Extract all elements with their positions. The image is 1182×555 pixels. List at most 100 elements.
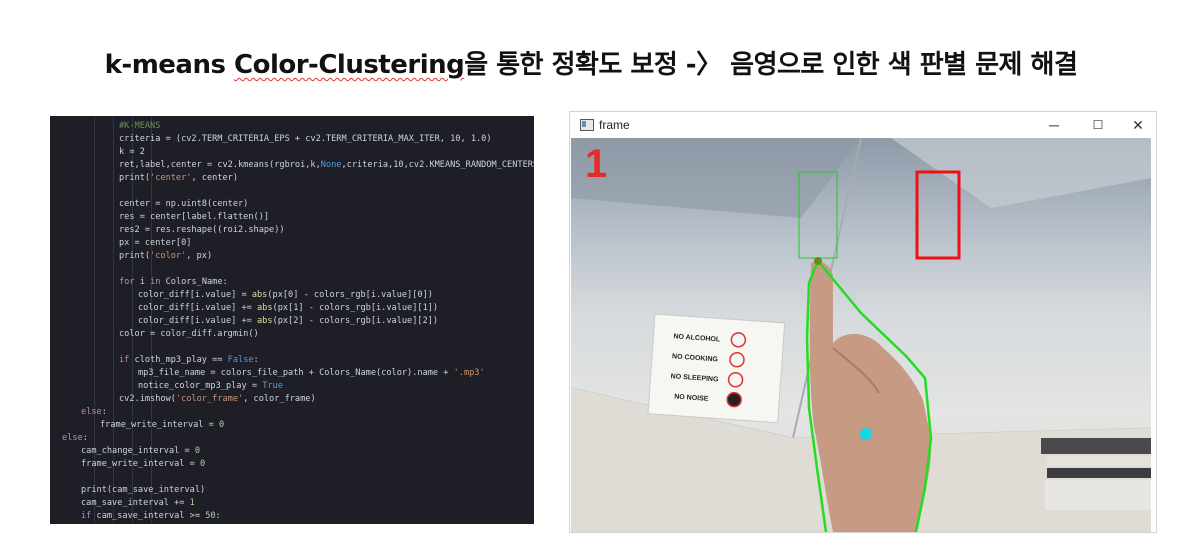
frame-window[interactable]: frame ─ ☐ ✕ NO ALCOHOL NO COOKING NO SLE… — [569, 111, 1157, 533]
code-token: , color_frame) — [243, 394, 316, 404]
code-line: #K-MEANS — [50, 120, 534, 133]
minimize-button[interactable]: ─ — [1032, 112, 1076, 138]
app-window-icon — [580, 119, 594, 131]
code-token: in — [150, 277, 161, 287]
code-line: notice_color_mp3_play = True — [50, 380, 534, 393]
code-token: ,criteria,10,cv2.KMEANS_RANDOM_CENTERS) — [341, 160, 534, 170]
code-token: if — [119, 355, 130, 365]
code-token: if — [81, 511, 92, 521]
code-token: 0 — [219, 420, 225, 430]
camera-frame: NO ALCOHOL NO COOKING NO SLEEPING NO NOI… — [571, 138, 1151, 532]
code-token: cv2.imshow( — [119, 394, 176, 404]
code-token: (px[1] - colors_rgb[i.value][1]) — [272, 303, 439, 313]
window-titlebar[interactable]: frame ─ ☐ ✕ — [570, 112, 1156, 138]
code-token: px = center[0] — [119, 238, 192, 248]
code-token: abs — [257, 316, 273, 326]
code-token: None — [320, 160, 342, 170]
code-token: res2 = res.reshape((roi2.shape)) — [119, 225, 285, 235]
camera-scene: NO ALCOHOL NO COOKING NO SLEEPING NO NOI… — [571, 138, 1151, 532]
code-token: Colors_Name: — [160, 277, 228, 287]
code-token: else — [62, 433, 83, 443]
code-lines: #K-MEANS criteria = (cv2.TERM_CRITERIA_EP… — [50, 120, 534, 523]
code-line: color = color_diff.argmin() — [50, 328, 534, 341]
code-token: frame_write_interval = — [81, 459, 200, 469]
code-line: mp3_file_name = colors_file_path + Color… — [50, 367, 534, 380]
code-line: print('center', center) — [50, 172, 534, 185]
code-token: 'center' — [150, 173, 192, 183]
code-token: cloth_mp3_play == — [129, 355, 228, 365]
code-line: frame_write_interval = 0 — [50, 458, 534, 471]
book-stack — [1041, 438, 1151, 454]
code-token: , center) — [191, 173, 239, 183]
code-line: color_diff[i.value] += abs(px[1] - color… — [50, 302, 534, 315]
code-token: color_diff[i.value] = — [138, 290, 252, 300]
code-token: 'color' — [150, 251, 187, 261]
title-suffix: 을 통한 정확도 보정 -〉 음영으로 인한 색 판별 문제 해결 — [464, 50, 1078, 80]
code-line: res2 = res.reshape((roi2.shape)) — [50, 224, 534, 237]
title-prefix: k-means — [104, 50, 234, 80]
fingertip-dot — [814, 257, 822, 265]
code-token: cam_change_interval = — [81, 446, 195, 456]
code-token: mp3_file_name = colors_file_path + Color… — [138, 368, 454, 378]
code-line: center = np.uint8(center) — [50, 198, 534, 211]
code-token: 0 — [200, 459, 206, 469]
code-token: cam_save_interval += — [81, 498, 190, 508]
maximize-button[interactable]: ☐ — [1076, 112, 1120, 138]
code-token: print(cam_save_interval) — [81, 485, 206, 495]
code-token: k = 2 — [119, 147, 145, 157]
code-line: color_diff[i.value] = abs(px[0] - colors… — [50, 289, 534, 302]
code-token: color_diff[i.value] += — [138, 303, 257, 313]
code-token: False — [227, 355, 254, 365]
code-line: cam_change_interval = 0 — [50, 445, 534, 458]
code-token: else — [81, 407, 102, 417]
code-line: print('color', px) — [50, 250, 534, 263]
close-button[interactable]: ✕ — [1120, 112, 1156, 138]
code-line: else: — [50, 406, 534, 419]
code-token: notice_color_mp3_play = — [138, 381, 263, 391]
code-token: : — [253, 355, 259, 365]
window-title: frame — [599, 118, 630, 132]
code-token: (px[2] - colors_rgb[i.value][2]) — [272, 316, 439, 326]
code-token: 'color_frame' — [175, 394, 244, 404]
roi-box-red — [915, 170, 961, 260]
hand — [809, 261, 932, 532]
code-token: : — [101, 407, 107, 417]
code-token: : — [215, 511, 221, 521]
code-token: 1 — [189, 498, 195, 508]
code-line: color_diff[i.value] += abs(px[2] - color… — [50, 315, 534, 328]
code-token: i — [134, 277, 151, 287]
code-line: if cloth_mp3_play == False: — [50, 354, 534, 367]
code-token: color = color_diff.argmin() — [119, 329, 259, 339]
code-token: print( — [119, 173, 151, 183]
frame-counter: 1 — [585, 142, 608, 186]
code-line: ret,label,center = cv2.kmeans(rgbroi,k,N… — [50, 159, 534, 172]
code-token: abs — [251, 290, 268, 300]
code-token: (px[0] - colors_rgb[i.value][0]) — [267, 290, 433, 300]
code-token: ret,label,center = cv2.kmeans(rgbroi,k, — [119, 160, 321, 170]
code-token: print( — [119, 251, 151, 261]
code-token: 50 — [205, 511, 216, 521]
code-token: True — [262, 381, 283, 391]
title-spellcheck-word: Color-Clustering — [234, 50, 465, 80]
code-token: : — [82, 433, 88, 443]
code-line: for i in Colors_Name: — [50, 276, 534, 289]
code-token: '.mp3' — [453, 368, 485, 378]
code-token: #K-MEANS — [119, 121, 161, 131]
code-line: px = center[0] — [50, 237, 534, 250]
code-line: k = 2 — [50, 146, 534, 159]
code-line: if cam_save_interval >= 50: — [50, 510, 534, 523]
code-editor[interactable]: #K-MEANS criteria = (cv2.TERM_CRITERIA_EP… — [50, 116, 534, 524]
code-token: res = center[label.flatten()] — [119, 212, 270, 222]
prohibition-sign-paper: NO ALCOHOL NO COOKING NO SLEEPING NO NOI… — [647, 313, 786, 424]
palm-center-dot — [860, 428, 872, 440]
code-token: 0 — [194, 446, 201, 456]
code-line: cv2.imshow('color_frame', color_frame) — [50, 393, 534, 406]
code-token: center = np.uint8(center) — [119, 199, 249, 209]
code-line: res = center[label.flatten()] — [50, 211, 534, 224]
code-line: frame_write_interval = 0 — [50, 419, 534, 432]
code-token: for — [119, 277, 135, 287]
code-line: cam_save_interval += 1 — [50, 497, 534, 510]
